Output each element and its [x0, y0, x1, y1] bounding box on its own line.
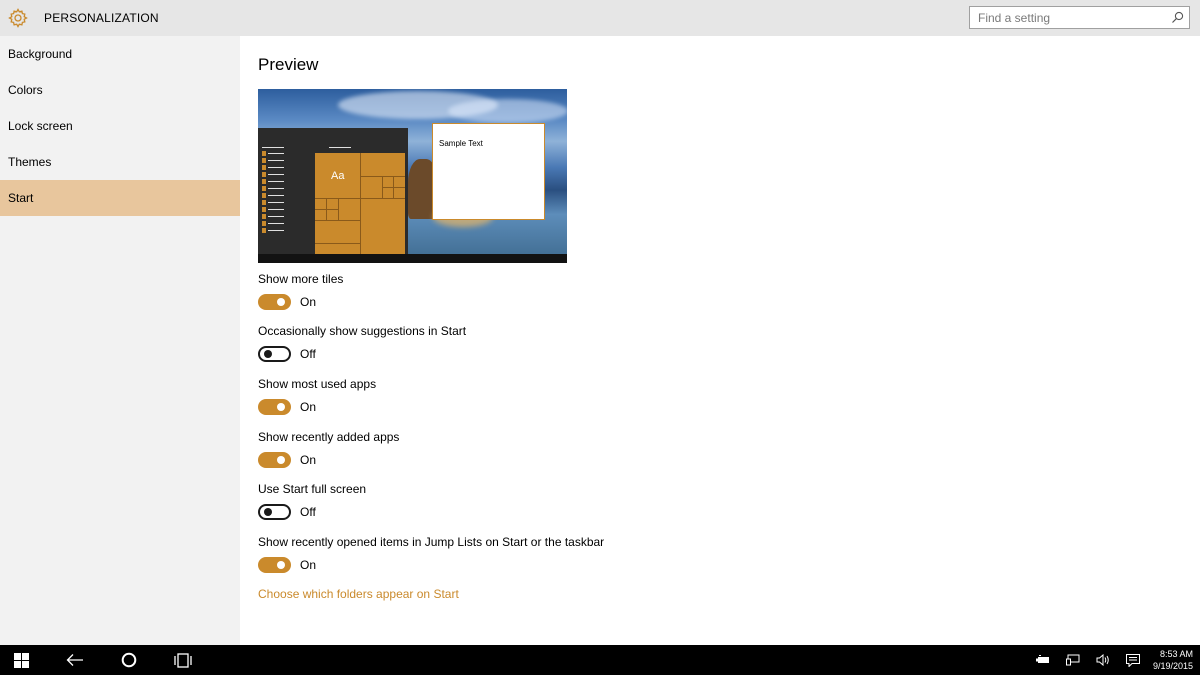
- show-most-used-apps-toggle[interactable]: [258, 399, 291, 415]
- cortana-button[interactable]: [116, 645, 142, 675]
- preview-app-row: [262, 178, 284, 185]
- preview-app-row: [262, 199, 284, 206]
- preview-app-row: [262, 171, 284, 178]
- title-bar: PERSONALIZATION: [0, 0, 1200, 36]
- preview-sample-text: Sample Text: [439, 139, 483, 148]
- setting-show-most-used-apps: Show most used apps On: [258, 377, 376, 415]
- clock-time: 8:53 AM: [1159, 649, 1193, 659]
- preview-tile-text: Aa: [331, 170, 345, 182]
- sidebar-item-lock-screen[interactable]: Lock screen: [0, 108, 240, 144]
- sidebar-item-colors[interactable]: Colors: [0, 72, 240, 108]
- show-recently-added-apps-toggle[interactable]: [258, 452, 291, 468]
- windows-start-button[interactable]: [8, 645, 34, 675]
- network-tray-button[interactable]: [1064, 645, 1082, 675]
- preview-app-row: [262, 192, 284, 199]
- taskbar-clock[interactable]: 8:53 AM 9/19/2015: [1153, 648, 1193, 672]
- search-icon[interactable]: [1171, 11, 1184, 24]
- preview-menu-line: [262, 147, 284, 148]
- preview-app-row: [262, 227, 284, 234]
- battery-tray-button[interactable]: [1034, 645, 1052, 675]
- preview-app-row: [262, 185, 284, 192]
- preview-app-row: [262, 164, 284, 171]
- setting-show-jump-list-items: Show recently opened items in Jump Lists…: [258, 535, 604, 573]
- action-center-icon: [1126, 653, 1140, 667]
- setting-label: Show more tiles: [258, 272, 344, 286]
- preview-tiles-header: [329, 147, 351, 148]
- gear-icon: [8, 8, 28, 28]
- toggle-state-label: On: [300, 295, 317, 309]
- taskbar: 8:53 AM 9/19/2015: [0, 645, 1200, 675]
- search-box[interactable]: [969, 6, 1190, 29]
- setting-label: Show most used apps: [258, 377, 377, 391]
- setting-use-start-full-screen: Use Start full screen Off: [258, 482, 366, 520]
- choose-folders-link[interactable]: Choose which folders appear on Start: [258, 587, 459, 601]
- action-center-tray-button[interactable]: [1124, 645, 1142, 675]
- use-start-full-screen-toggle[interactable]: [258, 504, 291, 520]
- back-button[interactable]: [62, 645, 88, 675]
- preview-cloud: [448, 99, 567, 123]
- toggle-state-label: On: [300, 558, 317, 572]
- preview-app-list: [262, 150, 284, 234]
- sidebar-item-themes[interactable]: Themes: [0, 144, 240, 180]
- sidebar-item-start[interactable]: Start: [0, 180, 240, 216]
- cortana-circle-icon: [121, 652, 137, 668]
- search-input[interactable]: [970, 7, 1160, 28]
- show-suggestions-toggle[interactable]: [258, 346, 291, 362]
- setting-label: Use Start full screen: [258, 482, 367, 496]
- setting-label: Occasionally show suggestions in Start: [258, 324, 467, 338]
- start-preview-image: Aa Sample Text: [258, 89, 567, 263]
- back-arrow-icon: [66, 654, 83, 666]
- preview-sample-window: Sample Text: [432, 123, 545, 220]
- preview-app-row: [262, 206, 284, 213]
- sidebar: Background Colors Lock screen Themes Sta…: [0, 36, 240, 645]
- preview-app-row: [262, 157, 284, 164]
- volume-tray-button[interactable]: [1094, 645, 1112, 675]
- preview-app-row: [262, 220, 284, 227]
- preview-app-row: [262, 213, 284, 220]
- preview-tile-grid: Aa: [315, 153, 405, 254]
- preview-taskbar: [258, 254, 567, 263]
- show-jump-list-items-toggle[interactable]: [258, 557, 291, 573]
- show-more-tiles-toggle[interactable]: [258, 294, 291, 310]
- network-icon: [1066, 654, 1080, 666]
- setting-show-suggestions: Occasionally show suggestions in Start O…: [258, 324, 466, 362]
- setting-show-more-tiles: Show more tiles On: [258, 272, 343, 310]
- sidebar-item-background[interactable]: Background: [0, 36, 240, 72]
- main-content: Preview Aa Sample Text Show more tiles O…: [240, 36, 1200, 645]
- clock-date: 9/19/2015: [1152, 661, 1193, 671]
- task-view-icon: [174, 652, 192, 668]
- toggle-state-label: Off: [300, 505, 316, 519]
- app-title: PERSONALIZATION: [44, 11, 159, 25]
- task-view-button[interactable]: [170, 645, 196, 675]
- volume-icon: [1096, 654, 1109, 666]
- page-title: Preview: [258, 55, 319, 74]
- toggle-state-label: Off: [300, 347, 316, 361]
- toggle-state-label: On: [300, 453, 317, 467]
- setting-label: Show recently opened items in Jump Lists…: [258, 535, 605, 549]
- preview-start-menu: Aa: [258, 128, 408, 254]
- windows-start-icon: [13, 652, 29, 668]
- setting-label: Show recently added apps: [258, 430, 400, 444]
- toggle-state-label: On: [300, 400, 317, 414]
- setting-show-recently-added-apps: Show recently added apps On: [258, 430, 399, 468]
- preview-app-row: [262, 150, 284, 157]
- battery-icon: [1036, 655, 1049, 663]
